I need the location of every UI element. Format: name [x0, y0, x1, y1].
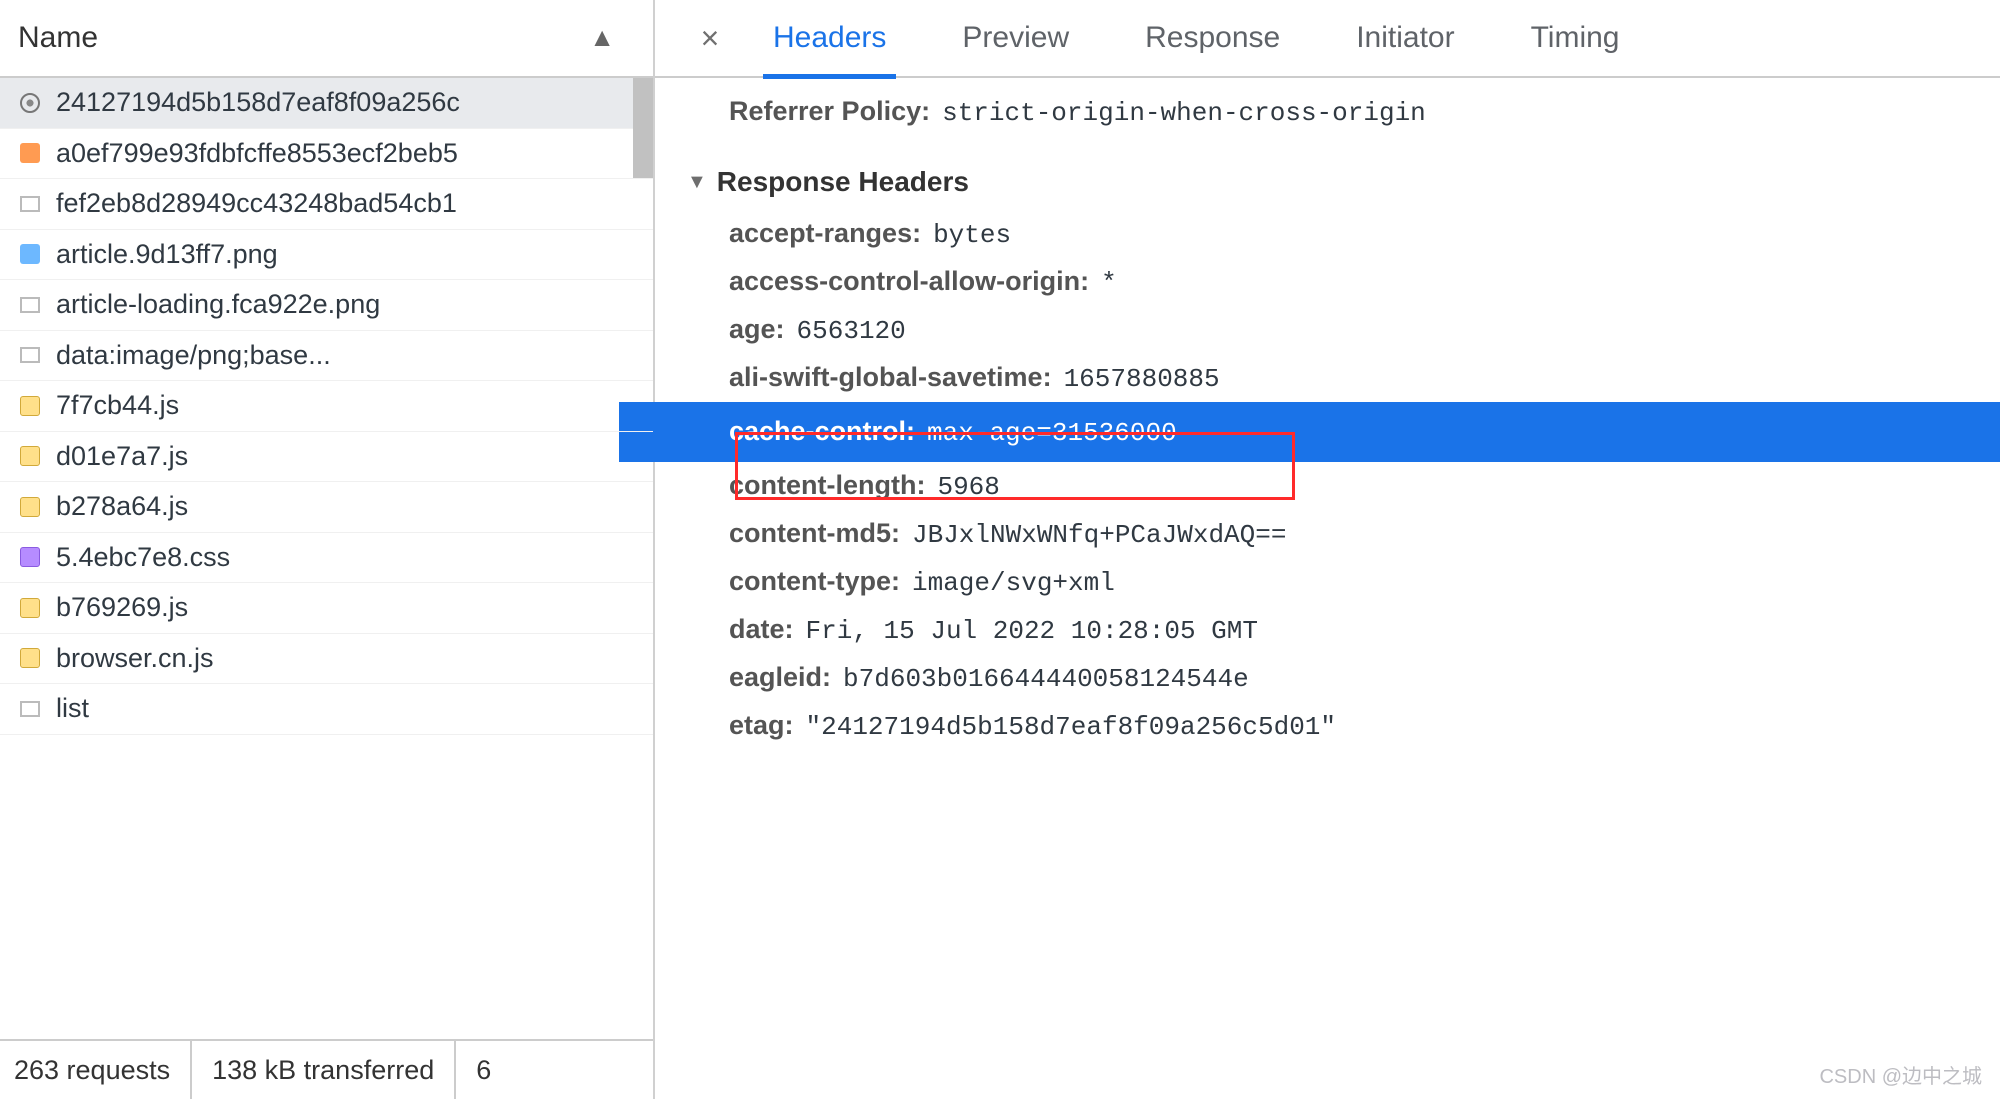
js-icon [18, 646, 42, 670]
file-row[interactable]: fef2eb8d28949cc43248bad54cb1 [0, 179, 653, 230]
response-header-row[interactable]: access-control-allow-origin: * [719, 258, 2000, 306]
file-name: article.9d13ff7.png [56, 239, 278, 270]
tabs-bar: × HeadersPreviewResponseInitiatorTiming [655, 0, 2000, 78]
response-header-row[interactable]: content-length: 5968 [719, 462, 2000, 510]
header-value: JBJxlNWxWNfq+PCaJWxdAQ== [912, 520, 1286, 550]
js-icon [18, 394, 42, 418]
file-name: b769269.js [56, 592, 188, 623]
js-icon [18, 596, 42, 620]
response-headers-section[interactable]: ▼ Response Headers [687, 166, 2000, 198]
referrer-policy-row: Referrer Policy: strict-origin-when-cros… [719, 88, 2000, 136]
list-header[interactable]: Name ▲ [0, 0, 653, 78]
file-row[interactable]: 24127194d5b158d7eaf8f09a256c [0, 78, 653, 129]
header-value: 5968 [937, 472, 999, 502]
status-extra: 6 [456, 1041, 511, 1099]
header-value: 6563120 [797, 316, 906, 346]
watermark: CSDN @边中之城 [1819, 1060, 1982, 1089]
blank-icon [18, 343, 42, 367]
scrollbar-thumb[interactable] [633, 78, 653, 178]
response-headers-list: accept-ranges: bytes access-control-allow-… [719, 210, 2000, 750]
header-key: content-md5: [729, 518, 900, 549]
header-value: strict-origin-when-cross-origin [942, 98, 1426, 128]
close-icon[interactable]: × [685, 20, 735, 57]
file-row[interactable]: b278a64.js [0, 482, 653, 533]
file-name: 5.4ebc7e8.css [56, 542, 230, 573]
header-value: image/svg+xml [912, 568, 1115, 598]
status-bar: 263 requests 138 kB transferred 6 [0, 1039, 653, 1099]
header-value: "24127194d5b158d7eaf8f09a256c5d01" [806, 712, 1337, 742]
header-value: max-age=31536000 [927, 418, 1177, 448]
blank-icon [18, 192, 42, 216]
tab-headers[interactable]: Headers [735, 0, 924, 77]
header-key: accept-ranges: [729, 218, 921, 249]
tab-response[interactable]: Response [1107, 0, 1318, 77]
response-header-row[interactable]: ali-swift-global-savetime: 1657880885 [719, 354, 2000, 402]
img-o-icon [18, 141, 42, 165]
file-name: article-loading.fca922e.png [56, 289, 380, 320]
headers-body: Referrer Policy: strict-origin-when-cros… [655, 78, 2000, 750]
js-icon [18, 444, 42, 468]
file-row[interactable]: 7f7cb44.js [0, 381, 653, 432]
network-request-list: Name ▲ 24127194d5b158d7eaf8f09a256c a0ef7… [0, 0, 655, 1099]
file-row[interactable]: b769269.js [0, 583, 653, 634]
response-header-row[interactable]: content-md5: JBJxlNWxWNfq+PCaJWxdAQ== [719, 510, 2000, 558]
tab-preview[interactable]: Preview [924, 0, 1107, 77]
js-icon [18, 495, 42, 519]
file-name: 7f7cb44.js [56, 390, 179, 421]
file-name: data:image/png;base... [56, 340, 331, 371]
file-row[interactable]: article.9d13ff7.png [0, 230, 653, 281]
header-key: ali-swift-global-savetime: [729, 362, 1052, 393]
svg-icon [18, 91, 42, 115]
status-requests: 263 requests [14, 1041, 192, 1099]
img-b-icon [18, 242, 42, 266]
response-header-row[interactable]: age: 6563120 [719, 306, 2000, 354]
file-row[interactable]: data:image/png;base... [0, 331, 653, 382]
column-name: Name [18, 21, 98, 55]
details-panel: × HeadersPreviewResponseInitiatorTiming … [655, 0, 2000, 1099]
file-row[interactable]: list [0, 684, 653, 735]
file-name: 24127194d5b158d7eaf8f09a256c [56, 87, 460, 118]
file-name: list [56, 693, 89, 724]
header-key: eagleid: [729, 662, 831, 693]
file-list: 24127194d5b158d7eaf8f09a256c a0ef799e93fd… [0, 78, 653, 1039]
file-row[interactable]: article-loading.fca922e.png [0, 280, 653, 331]
header-key: etag: [729, 710, 794, 741]
header-key: content-length: [729, 470, 925, 501]
header-value: 1657880885 [1064, 364, 1220, 394]
file-row[interactable]: browser.cn.js [0, 634, 653, 685]
file-name: a0ef799e93fdbfcffe8553ecf2beb5 [56, 138, 458, 169]
file-name: b278a64.js [56, 491, 188, 522]
header-key: access-control-allow-origin: [729, 266, 1089, 297]
tab-timing[interactable]: Timing [1493, 0, 1658, 77]
header-value: b7d603b016644440058124544e [843, 664, 1249, 694]
response-header-row[interactable]: eagleid: b7d603b016644440058124544e [719, 654, 2000, 702]
file-row[interactable]: d01e7a7.js [0, 432, 653, 483]
response-header-row[interactable]: etag: "24127194d5b158d7eaf8f09a256c5d01" [719, 702, 2000, 750]
blank-icon [18, 293, 42, 317]
header-key: date: [729, 614, 794, 645]
file-row[interactable]: 5.4ebc7e8.css [0, 533, 653, 584]
header-key: age: [729, 314, 785, 345]
header-value: bytes [933, 220, 1011, 250]
response-header-row[interactable]: date: Fri, 15 Jul 2022 10:28:05 GMT [719, 606, 2000, 654]
header-key: content-type: [729, 566, 900, 597]
section-title-text: Response Headers [717, 166, 969, 198]
file-name: fef2eb8d28949cc43248bad54cb1 [56, 188, 457, 219]
tab-initiator[interactable]: Initiator [1318, 0, 1492, 77]
header-value: Fri, 15 Jul 2022 10:28:05 GMT [806, 616, 1258, 646]
file-name: browser.cn.js [56, 643, 214, 674]
response-header-row[interactable]: accept-ranges: bytes [719, 210, 2000, 258]
sort-arrow-icon[interactable]: ▲ [589, 22, 615, 53]
response-header-row[interactable]: content-type: image/svg+xml [719, 558, 2000, 606]
response-header-row[interactable]: cache-control: max-age=31536000 [619, 402, 2000, 462]
disclosure-triangle-icon: ▼ [687, 171, 707, 194]
blank-icon [18, 697, 42, 721]
header-key: Referrer Policy: [729, 96, 930, 127]
file-row[interactable]: a0ef799e93fdbfcffe8553ecf2beb5 [0, 129, 653, 180]
css-icon [18, 545, 42, 569]
header-key: cache-control: [729, 416, 915, 447]
header-value: * [1101, 268, 1117, 298]
status-transferred: 138 kB transferred [192, 1041, 456, 1099]
file-name: d01e7a7.js [56, 441, 188, 472]
